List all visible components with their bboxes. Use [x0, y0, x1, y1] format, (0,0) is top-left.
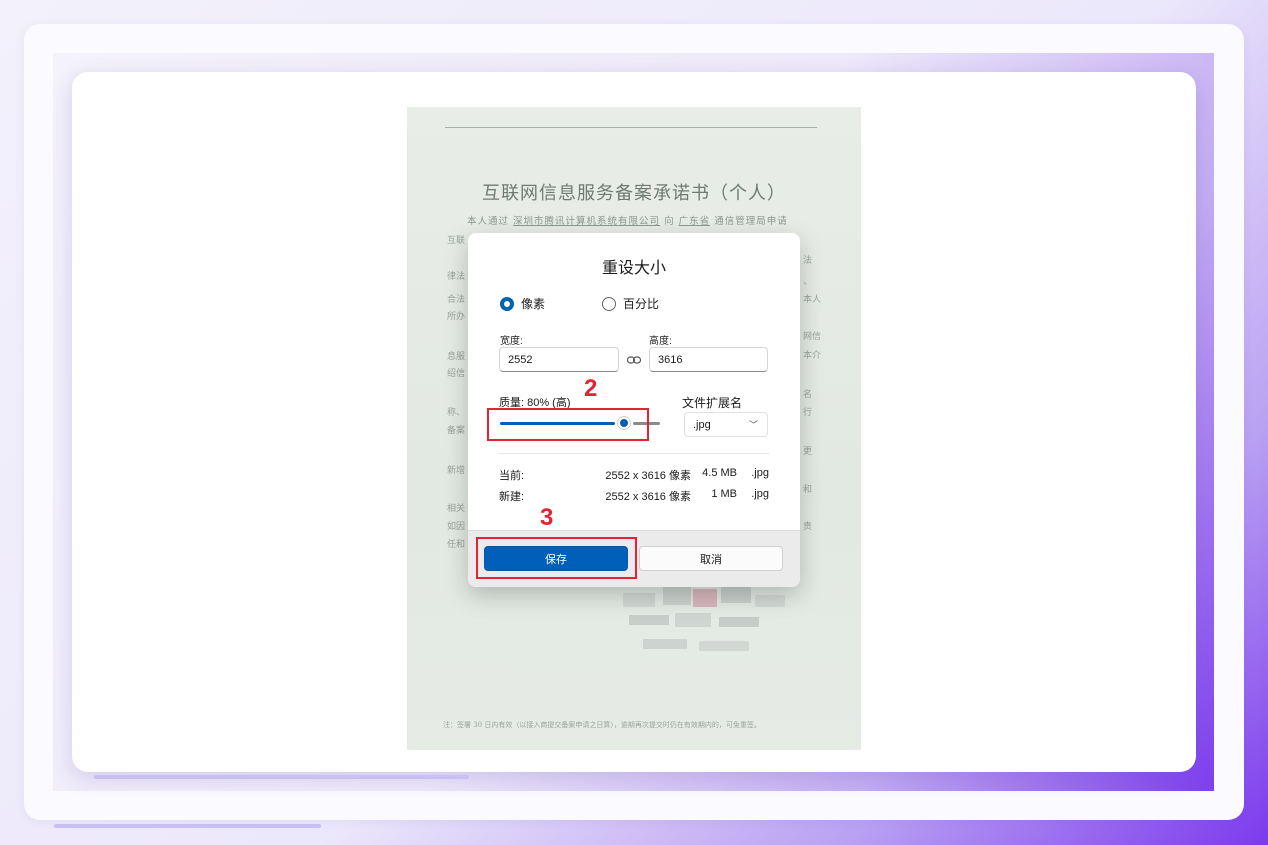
width-input[interactable]: 2552 [499, 347, 619, 372]
document-text-fragment: 相关 [447, 504, 466, 514]
document-text-fragment: 律法 [447, 272, 466, 282]
step-number-3: 3 [540, 504, 554, 531]
document-text-fragment: 所办 [447, 312, 466, 322]
radio-selected-icon [500, 296, 514, 311]
document-text-fragment: 备案 [447, 426, 466, 436]
extension-select[interactable]: .jpg ﹀ [684, 412, 768, 437]
document-top-rule [445, 127, 817, 128]
chevron-down-icon: ﹀ [748, 420, 758, 430]
height-input[interactable]: 3616 [649, 347, 768, 372]
document-text-fragment: 新增 [447, 466, 466, 476]
dialog-title: 重设大小 [601, 260, 666, 277]
document-text-fragment: 网信 [803, 332, 822, 342]
step-number-2: 2 [584, 375, 598, 402]
radio-percentage[interactable]: 百分比 [602, 295, 659, 312]
document-title: 互联网信息服务备案承诺书（个人） [482, 183, 786, 204]
document-text-fragment: 互联 [447, 236, 466, 246]
highlight-box-save [476, 537, 637, 579]
document-text-fragment: 、 [803, 277, 813, 287]
extension-label: 文件扩展名 [682, 396, 743, 410]
document-text-fragment: 称、 [447, 408, 466, 418]
radio-pixels-label: 像素 [521, 297, 546, 311]
link-icon[interactable] [626, 353, 642, 367]
document-text-fragment: 绍信 [447, 369, 466, 379]
cancel-button[interactable]: 取消 [639, 546, 783, 571]
signature-mosaic [623, 585, 793, 665]
document-text-fragment: 更 [803, 447, 813, 457]
document-text-fragment: 合法 [447, 295, 466, 305]
document-first-line: 本人通过 深圳市腾讯计算机系统有限公司 向 广东省 通信管理局申请 [467, 216, 788, 227]
width-label: 宽度: [500, 336, 523, 347]
document-text-fragment: 如因 [447, 522, 466, 532]
document-text-fragment: 行 [803, 408, 813, 418]
height-label: 高度: [649, 336, 672, 347]
document-text-fragment: 本介 [803, 351, 822, 361]
decorative-line [54, 824, 321, 828]
divider [499, 453, 769, 454]
decorative-line [94, 775, 469, 779]
radio-unselected-icon [602, 296, 616, 311]
document-text-fragment: 任和 [447, 540, 466, 550]
extension-select-value: .jpg [693, 418, 711, 431]
document-text-fragment: 名 [803, 390, 813, 400]
document-text-fragment: 责 [803, 522, 813, 532]
document-footer-note: 注：签署 30 日内有效（以接入商提交备案申请之日算），逾期再次提交时仍在有效期… [443, 721, 761, 729]
document-text-fragment: 本人 [803, 295, 822, 305]
radio-pixels[interactable]: 像素 [500, 295, 545, 312]
document-text-fragment: 法 [803, 256, 813, 266]
radio-percentage-label: 百分比 [623, 297, 660, 311]
document-text-fragment: 和 [803, 485, 813, 495]
document-text-fragment: 息服 [447, 352, 466, 362]
highlight-box-quality [487, 408, 649, 441]
